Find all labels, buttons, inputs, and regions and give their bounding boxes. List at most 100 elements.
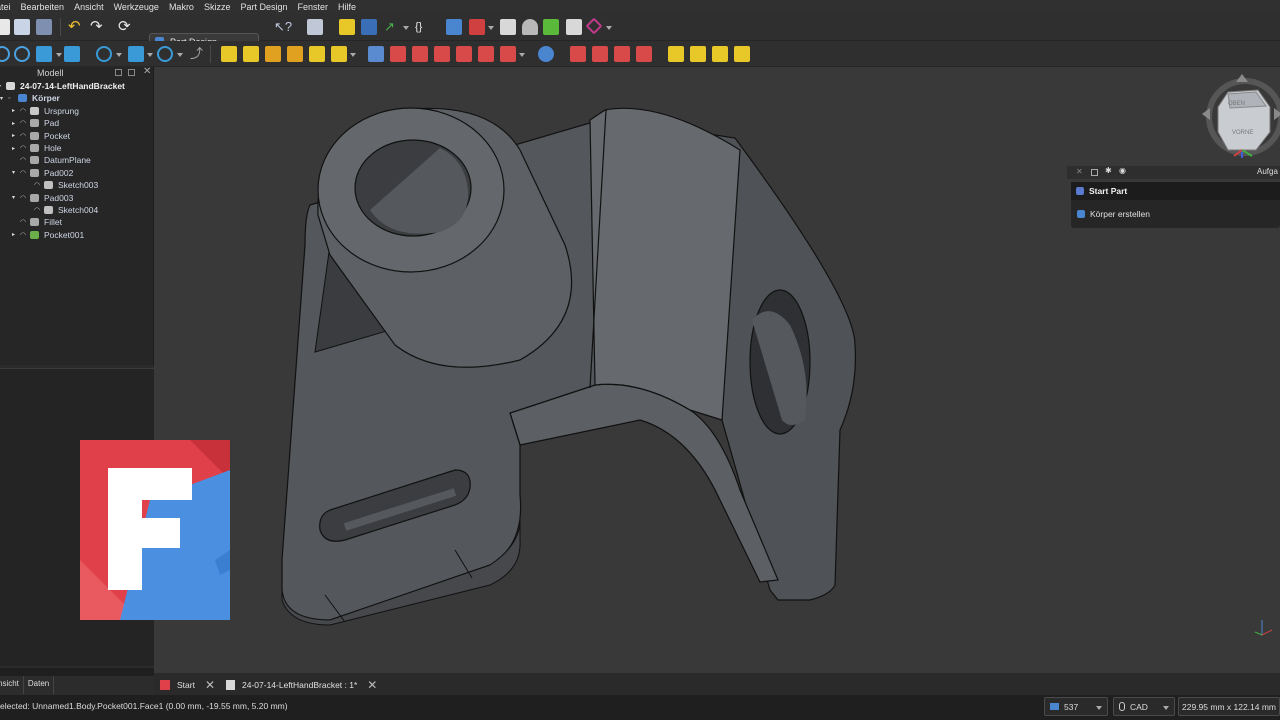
- chevron-right-icon[interactable]: ▸: [12, 107, 20, 114]
- subtractive-loft-icon[interactable]: [434, 46, 450, 62]
- menu-sketch[interactable]: Skizze: [204, 2, 231, 12]
- pocket-icon[interactable]: [368, 46, 384, 62]
- redo-icon[interactable]: ↷: [90, 19, 106, 35]
- refresh-icon[interactable]: ⟳: [118, 19, 134, 35]
- menu-view[interactable]: Ansicht: [74, 2, 104, 12]
- float-icon[interactable]: [1091, 169, 1098, 176]
- whats-this-icon[interactable]: ↖?: [274, 19, 292, 35]
- 3d-viewport[interactable]: [154, 67, 1280, 673]
- measure-icon[interactable]: [446, 19, 462, 35]
- tree-item[interactable]: ▾ ◠ Pad002: [12, 167, 73, 179]
- menu-file[interactable]: atei: [0, 2, 11, 12]
- hole-icon[interactable]: [390, 46, 406, 62]
- chamfer-icon[interactable]: [592, 46, 608, 62]
- tree-item[interactable]: ▾ ◠ Pad003: [12, 192, 73, 204]
- pad-icon[interactable]: [221, 46, 237, 62]
- variable-set-icon[interactable]: {}: [415, 19, 431, 35]
- navigation-cube[interactable]: OBEN VORNE: [1198, 72, 1280, 162]
- view-cube-icon[interactable]: [36, 46, 52, 62]
- open-document-icon[interactable]: [14, 19, 30, 35]
- chevron-right-icon[interactable]: ▸: [12, 145, 20, 152]
- zoom-fit-icon[interactable]: [0, 46, 10, 62]
- menu-tools[interactable]: Werkzeuge: [114, 2, 159, 12]
- close-tab-icon[interactable]: ✕: [205, 678, 215, 692]
- rotate-up-icon[interactable]: [1236, 74, 1248, 82]
- menu-edit[interactable]: Bearbeiten: [21, 2, 65, 12]
- measure-distance-icon[interactable]: [157, 46, 173, 62]
- visibility-icon[interactable]: ◠: [20, 218, 30, 226]
- save-icon[interactable]: [36, 19, 52, 35]
- create-body-action[interactable]: Körper erstellen: [1077, 209, 1150, 219]
- visibility-icon[interactable]: ◠: [20, 156, 30, 164]
- visibility-icon[interactable]: ◉: [1119, 166, 1126, 175]
- draw-style-icon[interactable]: [96, 46, 112, 62]
- additive-pipe-icon[interactable]: [287, 46, 303, 62]
- close-icon[interactable]: ✕: [1076, 167, 1083, 176]
- chevron-right-icon[interactable]: ▸: [12, 231, 20, 238]
- tree-item[interactable]: ▸ ◠ Pocket: [12, 130, 70, 142]
- close-tab-icon[interactable]: ✕: [367, 678, 377, 692]
- tree-item[interactable]: ◠ Sketch003: [26, 179, 98, 191]
- revolution-icon[interactable]: [243, 46, 259, 62]
- mech-icon[interactable]: [566, 19, 582, 35]
- subtractive-pipe-icon[interactable]: [456, 46, 472, 62]
- menu-help[interactable]: Hilfe: [338, 2, 356, 12]
- subtractive-helix-icon[interactable]: [478, 46, 494, 62]
- groove-icon[interactable]: [412, 46, 428, 62]
- chevron-down-icon[interactable]: ▾: [12, 169, 20, 176]
- visibility-icon[interactable]: ◠: [20, 132, 30, 140]
- task-box-title[interactable]: Start Part: [1071, 182, 1280, 200]
- chevron-right-icon[interactable]: ▸: [12, 132, 20, 139]
- visibility-icon[interactable]: ◦: [8, 95, 18, 102]
- visibility-icon[interactable]: ◠: [20, 231, 30, 239]
- additive-helix-icon[interactable]: [309, 46, 325, 62]
- section-icon[interactable]: ⤴: [190, 46, 206, 62]
- additive-primitive-icon[interactable]: [331, 46, 347, 62]
- link-icon[interactable]: ↗: [384, 19, 400, 35]
- tree-item[interactable]: ▸ ◠ Hole: [12, 142, 61, 154]
- visibility-icon[interactable]: ◠: [20, 144, 30, 152]
- subtractive-primitive-icon[interactable]: [500, 46, 516, 62]
- tab-document[interactable]: 24-07-14-LeftHandBracket : 1* ✕: [226, 676, 377, 693]
- settings-icon[interactable]: ✱: [1105, 166, 1112, 175]
- boolean-icon[interactable]: [538, 46, 554, 62]
- diamond-icon[interactable]: [585, 17, 603, 35]
- visibility-icon[interactable]: ◠: [20, 107, 30, 115]
- linear-pattern-icon[interactable]: [690, 46, 706, 62]
- polar-pattern-icon[interactable]: [712, 46, 728, 62]
- menu-part-design[interactable]: Part Design: [240, 2, 287, 12]
- cache-size-indicator[interactable]: 537: [1044, 697, 1108, 716]
- chevron-right-icon[interactable]: ▸: [12, 120, 20, 127]
- undo-icon[interactable]: ↶: [68, 19, 84, 35]
- orbit-icon[interactable]: [64, 46, 80, 62]
- tree-item[interactable]: ◠ Fillet: [12, 216, 62, 228]
- drawing-icon[interactable]: [469, 19, 485, 35]
- tree-item[interactable]: ▾24-07-14-LeftHandBracket: [0, 80, 125, 92]
- close-icon[interactable]: ✕: [143, 66, 151, 77]
- draft-icon[interactable]: [614, 46, 630, 62]
- visibility-icon[interactable]: ◠: [20, 119, 30, 127]
- chevron-down-icon[interactable]: ▾: [0, 95, 8, 102]
- navigation-style-selector[interactable]: CAD: [1113, 697, 1175, 716]
- tree-item[interactable]: ▸ ◠ Pad: [12, 117, 59, 129]
- tree-item[interactable]: ◠ Sketch004: [26, 204, 98, 216]
- person-icon[interactable]: [522, 19, 538, 35]
- navcube-front-label[interactable]: VORNE: [1232, 130, 1253, 136]
- bracket-model[interactable]: [154, 67, 1280, 673]
- horizontal-scrollbar[interactable]: [0, 668, 154, 676]
- menu-window[interactable]: Fenster: [298, 2, 329, 12]
- additive-loft-icon[interactable]: [265, 46, 281, 62]
- tab-view[interactable]: nsicht: [0, 676, 24, 694]
- tab-start[interactable]: Start ✕: [160, 676, 215, 693]
- spreadsheet-icon[interactable]: [500, 19, 516, 35]
- thickness-icon[interactable]: [636, 46, 652, 62]
- group-icon[interactable]: [361, 19, 377, 35]
- visibility-icon[interactable]: ◠: [20, 194, 30, 202]
- navcube-top-label[interactable]: OBEN: [1228, 101, 1245, 107]
- fillet-icon[interactable]: [570, 46, 586, 62]
- tab-data[interactable]: Daten: [24, 676, 55, 694]
- visibility-icon[interactable]: ◠: [34, 206, 44, 214]
- visibility-icon[interactable]: ◠: [20, 169, 30, 177]
- rotate-left-icon[interactable]: [1202, 108, 1210, 120]
- chevron-down-icon[interactable]: ▾: [12, 194, 20, 201]
